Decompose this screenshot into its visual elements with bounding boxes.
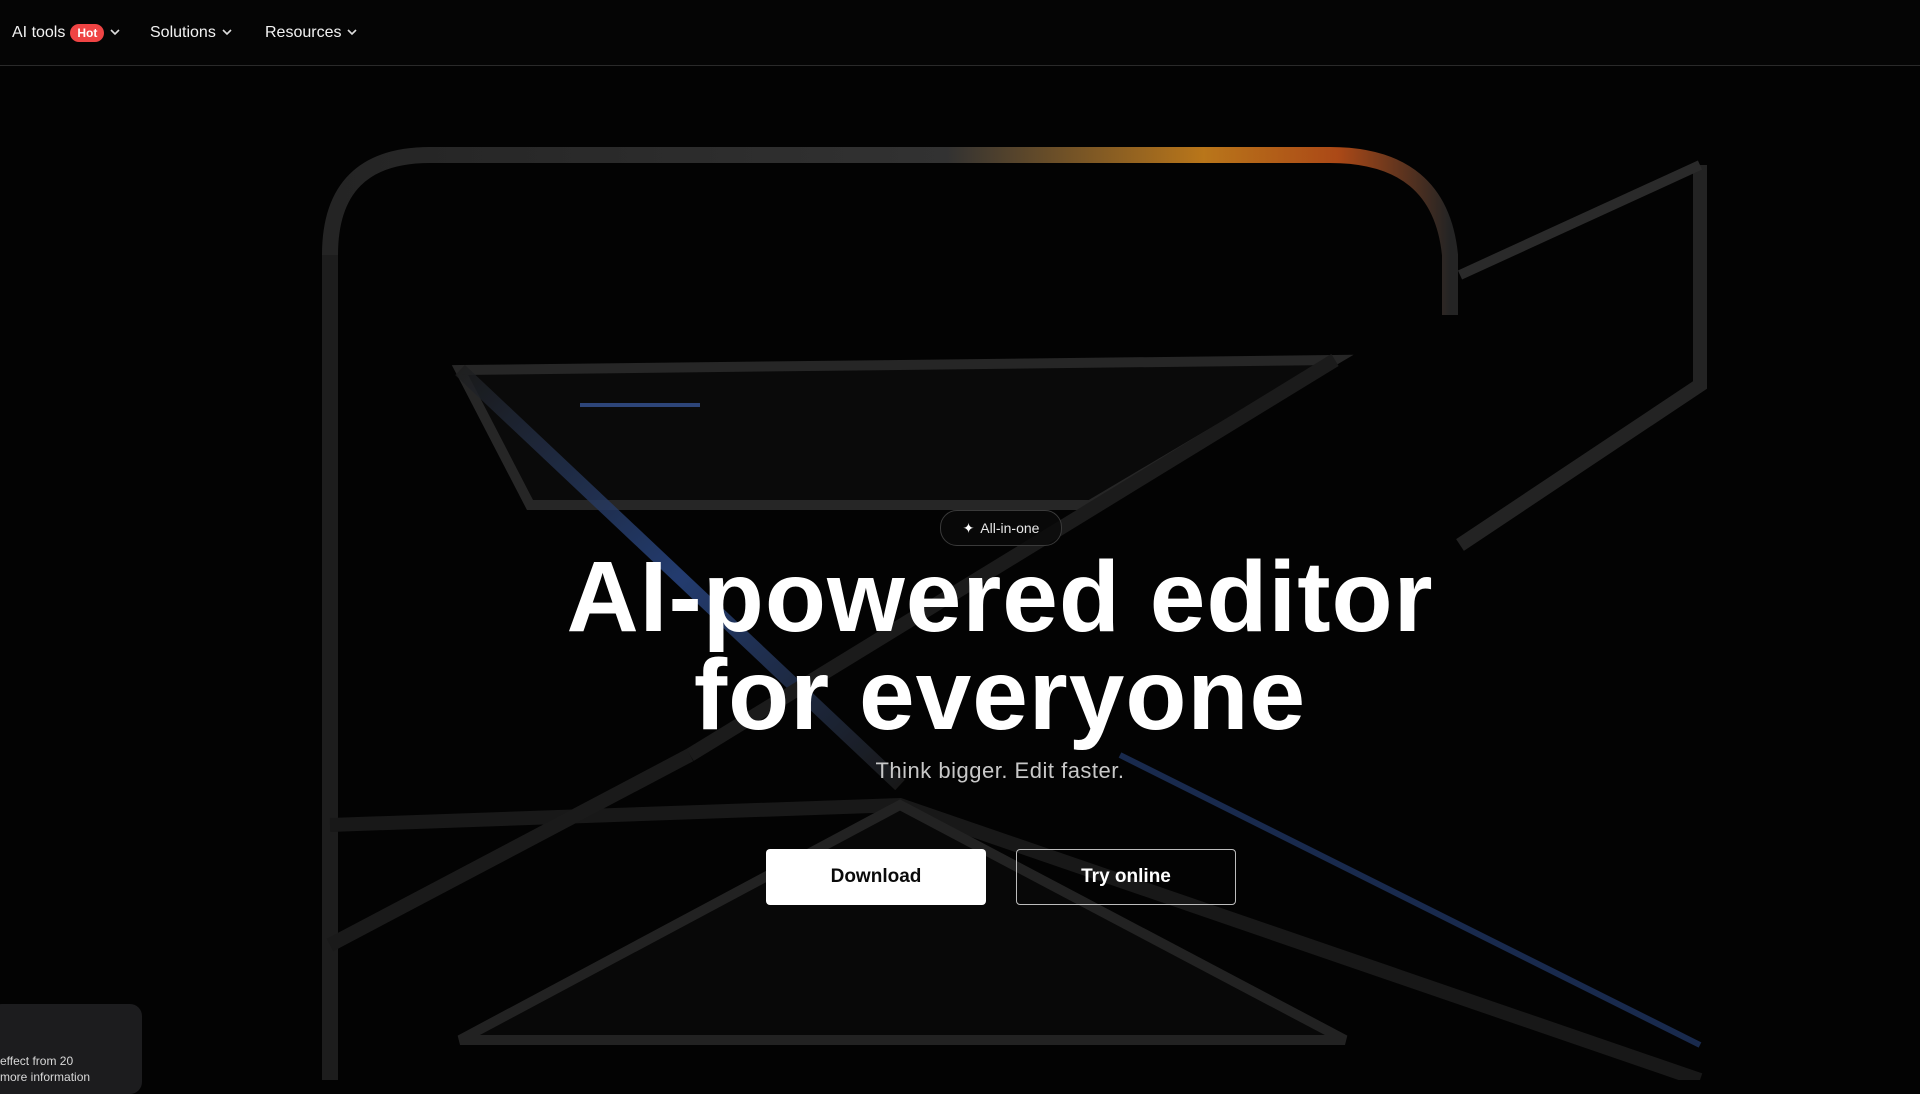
nav-solutions[interactable]: Solutions [150,0,232,65]
chevron-down-icon [222,29,232,36]
chevron-down-icon [110,29,120,36]
top-navigation: AI tools Hot Solutions Resources [0,0,1920,66]
try-online-button[interactable]: Try online [1016,849,1236,905]
nav-resources[interactable]: Resources [265,0,358,65]
headline-line-2: for everyone [693,639,1307,751]
hero-section: ✦ All-in-one AI-powered editor for every… [0,0,1920,1080]
nav-resources-label: Resources [265,23,342,41]
chevron-down-icon [347,29,358,36]
nav-ai-tools-label: AI tools [12,23,66,41]
pill-label: All-in-one [980,520,1040,536]
notice-card[interactable]: effect from 20 more information [0,1004,142,1094]
sparkle-icon: ✦ [962,519,975,536]
download-button[interactable]: Download [766,849,986,905]
notice-line-2: more information [0,1070,91,1084]
notice-line-1: effect from 20 [0,1054,74,1068]
nav-solutions-label: Solutions [150,23,216,41]
hero-headline: AI-powered editor for everyone [460,541,1540,751]
nav-ai-tools[interactable]: AI tools Hot [12,0,120,65]
hero-subheadline: Think bigger. Edit faster. [875,758,1125,783]
headline-line-1: AI-powered editor [566,541,1434,653]
hot-badge: Hot [70,23,105,42]
